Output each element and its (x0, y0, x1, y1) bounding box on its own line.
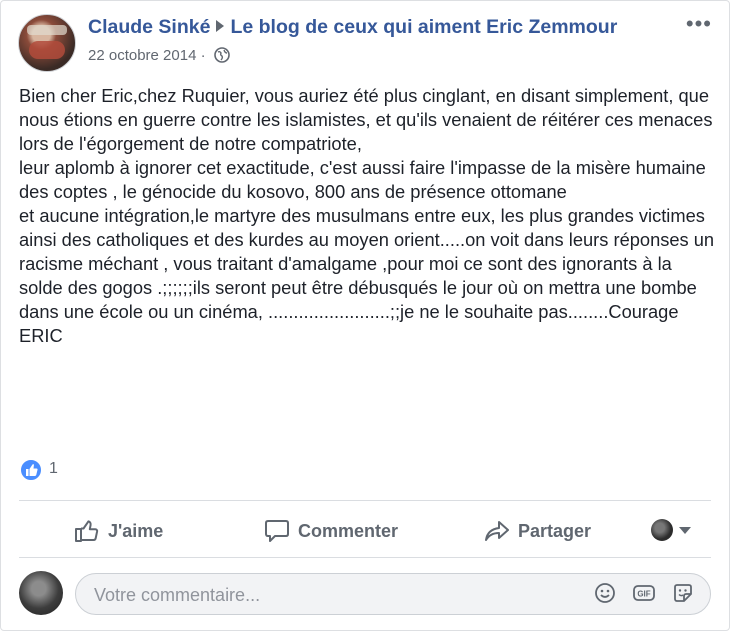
author-name-link[interactable]: Claude Sinké (88, 16, 210, 38)
post-date-link[interactable]: 22 octobre 2014 (88, 47, 196, 64)
divider (19, 557, 711, 558)
post-as-selector[interactable] (651, 519, 691, 541)
emoji-icon[interactable] (594, 582, 616, 609)
caret-down-icon (679, 526, 691, 534)
gif-icon[interactable]: GIF (632, 582, 656, 609)
divider (19, 500, 711, 501)
post-meta: 22 octobre 2014 · (88, 47, 230, 67)
comment-box[interactable]: GIF (75, 573, 711, 616)
reaction-count: 1 (49, 460, 58, 477)
post-paragraph: leur aplomb à ignorer cet exactitude, c'… (19, 157, 711, 202)
comment-input[interactable] (92, 574, 556, 616)
svg-text:GIF: GIF (637, 590, 650, 599)
post-body: Bien cher Eric,chez Ruquier, vous auriez… (19, 84, 719, 348)
comment-composer: GIF (19, 569, 711, 619)
more-options-icon[interactable]: ••• (686, 13, 712, 35)
globe-icon (213, 47, 230, 67)
comment-button[interactable]: Commenter (264, 519, 398, 543)
speech-bubble-icon (264, 519, 290, 543)
like-label: J'aime (108, 520, 164, 541)
share-button[interactable]: Partager (484, 519, 591, 543)
like-reaction-icon (19, 458, 43, 482)
post-header: Claude Sinké Le blog de ceux qui aiment E… (18, 13, 712, 72)
post-title: Claude Sinké Le blog de ceux qui aiment E… (88, 16, 617, 39)
share-arrow-icon (484, 519, 510, 543)
viewer-avatar (651, 519, 673, 541)
sticker-icon[interactable] (672, 582, 694, 609)
comment-label: Commenter (298, 520, 399, 541)
like-button[interactable]: J'aime (74, 519, 163, 543)
viewer-avatar[interactable] (19, 571, 63, 615)
author-avatar[interactable] (18, 14, 76, 72)
group-name-link[interactable]: Le blog de ceux qui aiment Eric Zemmour (230, 16, 617, 38)
post-paragraph: et aucune intégration,le martyre des mus… (19, 205, 720, 346)
meta-separator: · (200, 47, 206, 64)
comment-tools: GIF (594, 582, 694, 609)
post-paragraph: Bien cher Eric,chez Ruquier, vous auriez… (19, 85, 718, 154)
action-bar: J'aime Commenter Partager (19, 505, 711, 555)
thumbs-up-icon (74, 519, 100, 543)
post-card: Claude Sinké Le blog de ceux qui aiment E… (0, 0, 730, 631)
share-label: Partager (518, 520, 592, 541)
triangle-right-icon (216, 20, 225, 32)
